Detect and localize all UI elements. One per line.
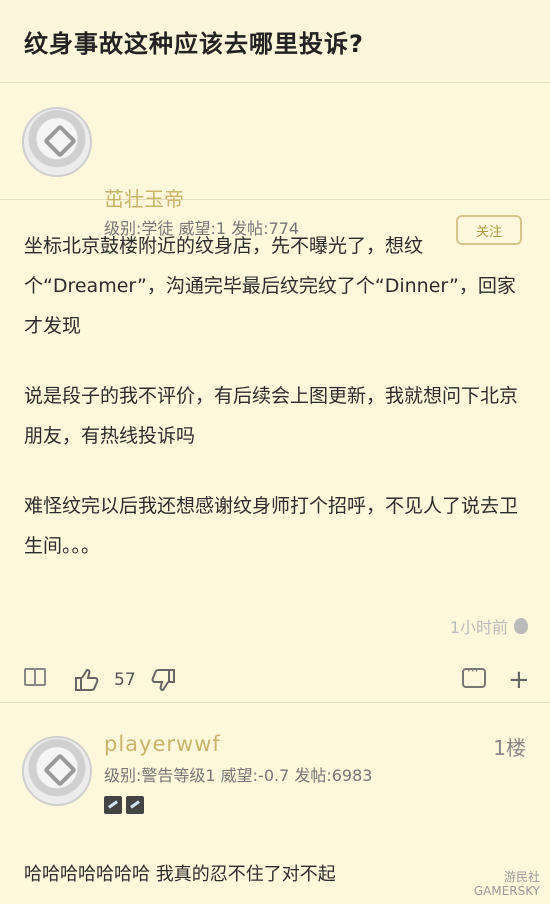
post-paragraph-1: 坐标北京鼓楼附近的纹身店，先不曝光了，想纹个“Dreamer”，沟通完毕最后纹完… <box>24 235 516 337</box>
watermark-line-1: 游民社 <box>503 870 540 884</box>
comment-icon[interactable] <box>462 664 486 688</box>
watermark-line-2: GAMERSKY <box>473 884 540 898</box>
like-count: 57 <box>114 670 136 690</box>
thumbs-up-icon[interactable] <box>74 668 100 692</box>
reply-floor: 1楼 <box>493 736 526 760</box>
post-timestamp: 1小时前 <box>450 614 528 638</box>
reply-avatar[interactable] <box>22 736 92 806</box>
reply-card: playerwwf 1楼 级别:警告等级1 威望:-0.7 发帖:6983 哈哈… <box>0 706 550 904</box>
plus-icon[interactable]: + <box>508 667 530 693</box>
reply-text: 哈哈哈哈哈哈哈 我真的忍不住了对不起 <box>24 864 336 885</box>
gift-icon[interactable] <box>24 668 46 686</box>
page-title: 纹身事故这种应该去哪里投诉? <box>24 29 364 58</box>
post-paragraph-3: 难怪纹完以后我还想感谢纹身师打个招呼，不见人了说去卫生间。。。 <box>24 495 519 557</box>
post-paragraph-2: 说是段子的我不评价，有后续会上图更新，我就想问下北京朋友，有热线投诉吗 <box>24 385 519 447</box>
post-username[interactable]: 茁壮玉帝 <box>104 183 184 212</box>
thumbs-down-icon[interactable] <box>150 668 176 692</box>
reply-badges <box>104 796 144 814</box>
sword-icon <box>104 796 122 814</box>
post-header: 茁壮玉帝 级别:学徒 威望:1 发帖:774 - 关注 <box>0 83 550 259</box>
post-content: 坐标北京鼓楼附近的纹身店，先不曝光了，想纹个“Dreamer”，沟通完毕最后纹完… <box>24 226 524 596</box>
tools-icon <box>126 796 144 814</box>
post-action-bar: 57 + <box>0 660 550 703</box>
reply-user-meta: 级别:警告等级1 威望:-0.7 发帖:6983 <box>104 766 373 785</box>
user-avatar[interactable] <box>22 107 92 177</box>
apple-icon <box>514 618 528 634</box>
post-time-text: 1小时前 <box>449 618 508 637</box>
reply-username[interactable]: playerwwf <box>104 732 221 756</box>
gamersky-watermark: 游民社 GAMERSKY <box>474 870 540 898</box>
title-bar: 纹身事故这种应该去哪里投诉? <box>0 0 550 83</box>
